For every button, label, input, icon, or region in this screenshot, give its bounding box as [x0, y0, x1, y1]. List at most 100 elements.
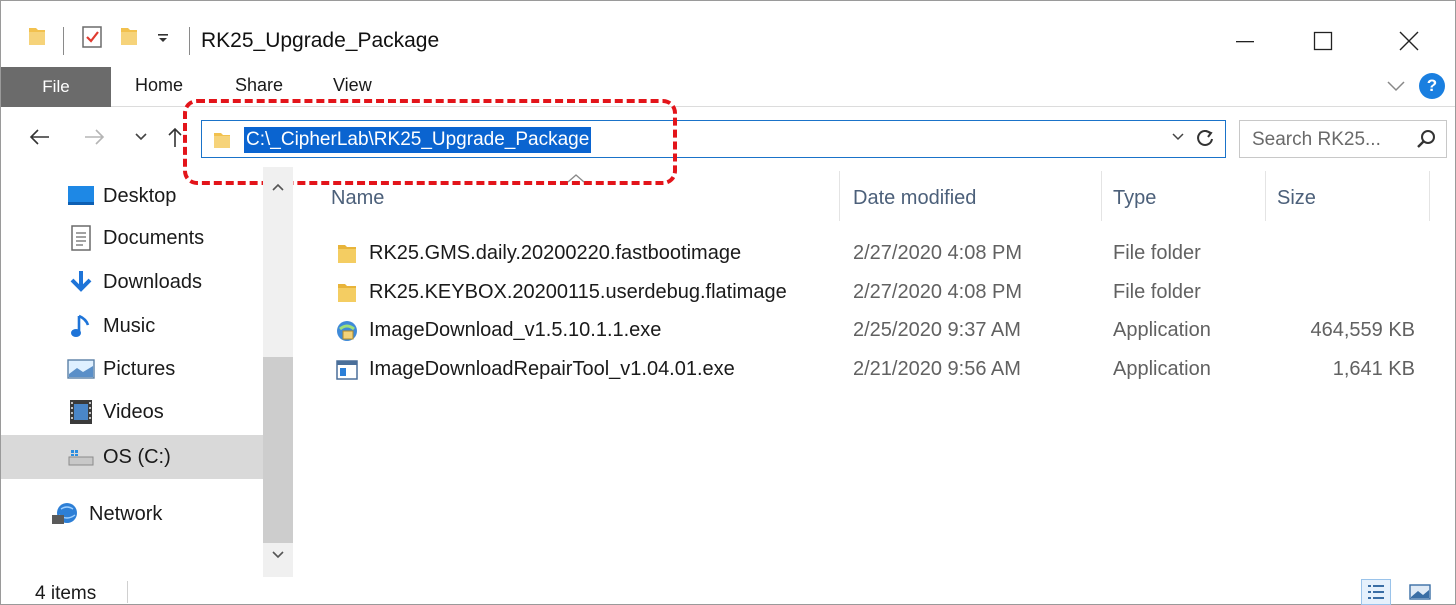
file-row[interactable]: RK25.GMS.daily.20200220.fastbootimage 2/…	[327, 235, 1437, 273]
pictures-icon	[67, 355, 95, 383]
file-date: 2/27/2020 4:08 PM	[853, 242, 1023, 264]
sidebar-item-desktop[interactable]: Desktop	[1, 175, 263, 217]
address-bar[interactable]: C:\_CipherLab\RK25_Upgrade_Package	[201, 120, 1226, 158]
status-bar: 4 items	[1, 577, 1455, 605]
videos-icon	[67, 398, 95, 426]
network-icon	[51, 500, 79, 528]
folder-icon	[338, 245, 356, 263]
file-size: 464,559 KB	[1310, 319, 1415, 341]
refresh-button[interactable]	[1191, 125, 1219, 153]
tab-view[interactable]: View	[333, 75, 372, 96]
title-bar: RK25_Upgrade_Package	[1, 1, 1455, 67]
folder-icon	[214, 133, 230, 148]
documents-icon	[67, 224, 95, 252]
scroll-down-button[interactable]	[263, 543, 293, 567]
new-folder-icon[interactable]	[119, 25, 139, 47]
recent-locations-button[interactable]	[129, 121, 153, 153]
file-size: 1,641 KB	[1332, 358, 1415, 380]
chevron-down-icon	[272, 551, 284, 559]
sidebar-item-network[interactable]: Network	[1, 493, 263, 535]
tab-file[interactable]: File	[1, 67, 111, 107]
sidebar-item-music[interactable]: Music	[1, 305, 263, 347]
sidebar-item-label: OS (C:)	[103, 445, 171, 468]
sidebar-item-downloads[interactable]: Downloads	[1, 261, 263, 303]
chevron-up-icon	[272, 183, 284, 191]
window-app-icon	[336, 360, 358, 380]
column-header-type[interactable]: Type	[1113, 187, 1156, 210]
sidebar-item-videos[interactable]: Videos	[1, 391, 263, 433]
customize-quick-access-chevron-icon[interactable]	[157, 33, 169, 45]
file-type: Application	[1113, 319, 1211, 341]
column-header-name[interactable]: Name	[331, 187, 384, 210]
tab-share[interactable]: Share	[235, 75, 283, 96]
file-date: 2/25/2020 9:37 AM	[853, 319, 1021, 341]
sidebar-item-documents[interactable]: Documents	[1, 217, 263, 259]
desktop-icon	[67, 182, 95, 210]
file-type: File folder	[1113, 281, 1201, 303]
address-path[interactable]: C:\_CipherLab\RK25_Upgrade_Package	[244, 127, 592, 153]
file-type: Application	[1113, 358, 1211, 380]
folder-icon[interactable]	[27, 25, 47, 47]
minimize-icon	[1236, 41, 1254, 43]
sidebar-item-label: Desktop	[103, 184, 177, 207]
forward-arrow-icon	[85, 129, 105, 145]
details-view-button[interactable]	[1361, 579, 1391, 605]
navigation-pane: Desktop Documents Downloads Music Pictur…	[1, 167, 263, 577]
close-button[interactable]	[1379, 19, 1439, 63]
drive-icon	[67, 443, 95, 471]
installer-app-icon	[337, 321, 357, 341]
maximize-button[interactable]	[1293, 19, 1353, 63]
refresh-icon	[1197, 130, 1213, 146]
expand-ribbon-chevron-icon[interactable]	[1387, 80, 1405, 92]
column-divider[interactable]	[1429, 171, 1430, 221]
sidebar-item-pictures[interactable]: Pictures	[1, 348, 263, 390]
status-separator	[127, 581, 128, 603]
file-row[interactable]: ImageDownload_v1.5.10.1.1.exe 2/25/2020 …	[327, 312, 1437, 350]
item-count: 4 items	[35, 583, 97, 604]
column-divider[interactable]	[1265, 171, 1266, 221]
address-dropdown-chevron-icon[interactable]	[1171, 130, 1185, 144]
details-view-icon	[1368, 585, 1384, 599]
sidebar-item-label: Downloads	[103, 270, 202, 293]
file-name: RK25.KEYBOX.20200115.userdebug.flatimage	[369, 281, 787, 303]
sidebar-scrollbar-thumb[interactable]	[263, 357, 293, 543]
window-title: RK25_Upgrade_Package	[201, 29, 440, 52]
column-divider[interactable]	[1101, 171, 1102, 221]
forward-button[interactable]	[79, 121, 111, 153]
music-icon	[67, 312, 95, 340]
maximize-icon	[1313, 31, 1333, 51]
up-button[interactable]	[161, 121, 189, 153]
minimize-button[interactable]	[1215, 19, 1275, 63]
sidebar-item-os-drive[interactable]: OS (C:)	[1, 435, 263, 479]
column-divider[interactable]	[839, 171, 840, 221]
sidebar-item-label: Music	[103, 314, 156, 337]
properties-checkmark-icon[interactable]	[81, 25, 103, 49]
file-name: ImageDownload_v1.5.10.1.1.exe	[369, 319, 662, 341]
file-list-header: Name Date modified Type Size	[293, 167, 1456, 227]
column-header-size[interactable]: Size	[1277, 187, 1316, 210]
file-row[interactable]: ImageDownloadRepairTool_v1.04.01.exe 2/2…	[327, 351, 1437, 389]
search-placeholder: Search RK25...	[1252, 129, 1381, 150]
sidebar-item-label: Documents	[103, 226, 205, 249]
help-button[interactable]: ?	[1419, 73, 1445, 99]
title-separator	[189, 27, 190, 55]
file-row[interactable]: RK25.KEYBOX.20200115.userdebug.flatimage…	[327, 274, 1437, 312]
chevron-down-icon	[135, 133, 147, 141]
column-header-date-modified[interactable]: Date modified	[853, 187, 976, 210]
file-date: 2/21/2020 9:56 AM	[853, 358, 1021, 380]
file-name: ImageDownloadRepairTool_v1.04.01.exe	[369, 358, 735, 380]
large-icons-view-button[interactable]	[1405, 579, 1435, 605]
sidebar-item-label: Pictures	[103, 357, 176, 380]
file-explorer-window: RK25_Upgrade_Package File Home Share Vie…	[0, 0, 1456, 605]
search-box[interactable]: Search RK25...	[1239, 120, 1447, 158]
back-button[interactable]	[23, 121, 55, 153]
up-arrow-icon	[168, 127, 182, 147]
search-icon	[1417, 130, 1435, 148]
file-name: RK25.GMS.daily.20200220.fastbootimage	[369, 242, 742, 264]
large-icons-view-icon	[1409, 584, 1431, 600]
back-arrow-icon	[29, 129, 49, 145]
sidebar-item-label: Network	[89, 502, 163, 525]
tab-home[interactable]: Home	[135, 75, 183, 96]
file-date: 2/27/2020 4:08 PM	[853, 281, 1023, 303]
scroll-up-button[interactable]	[263, 175, 293, 199]
